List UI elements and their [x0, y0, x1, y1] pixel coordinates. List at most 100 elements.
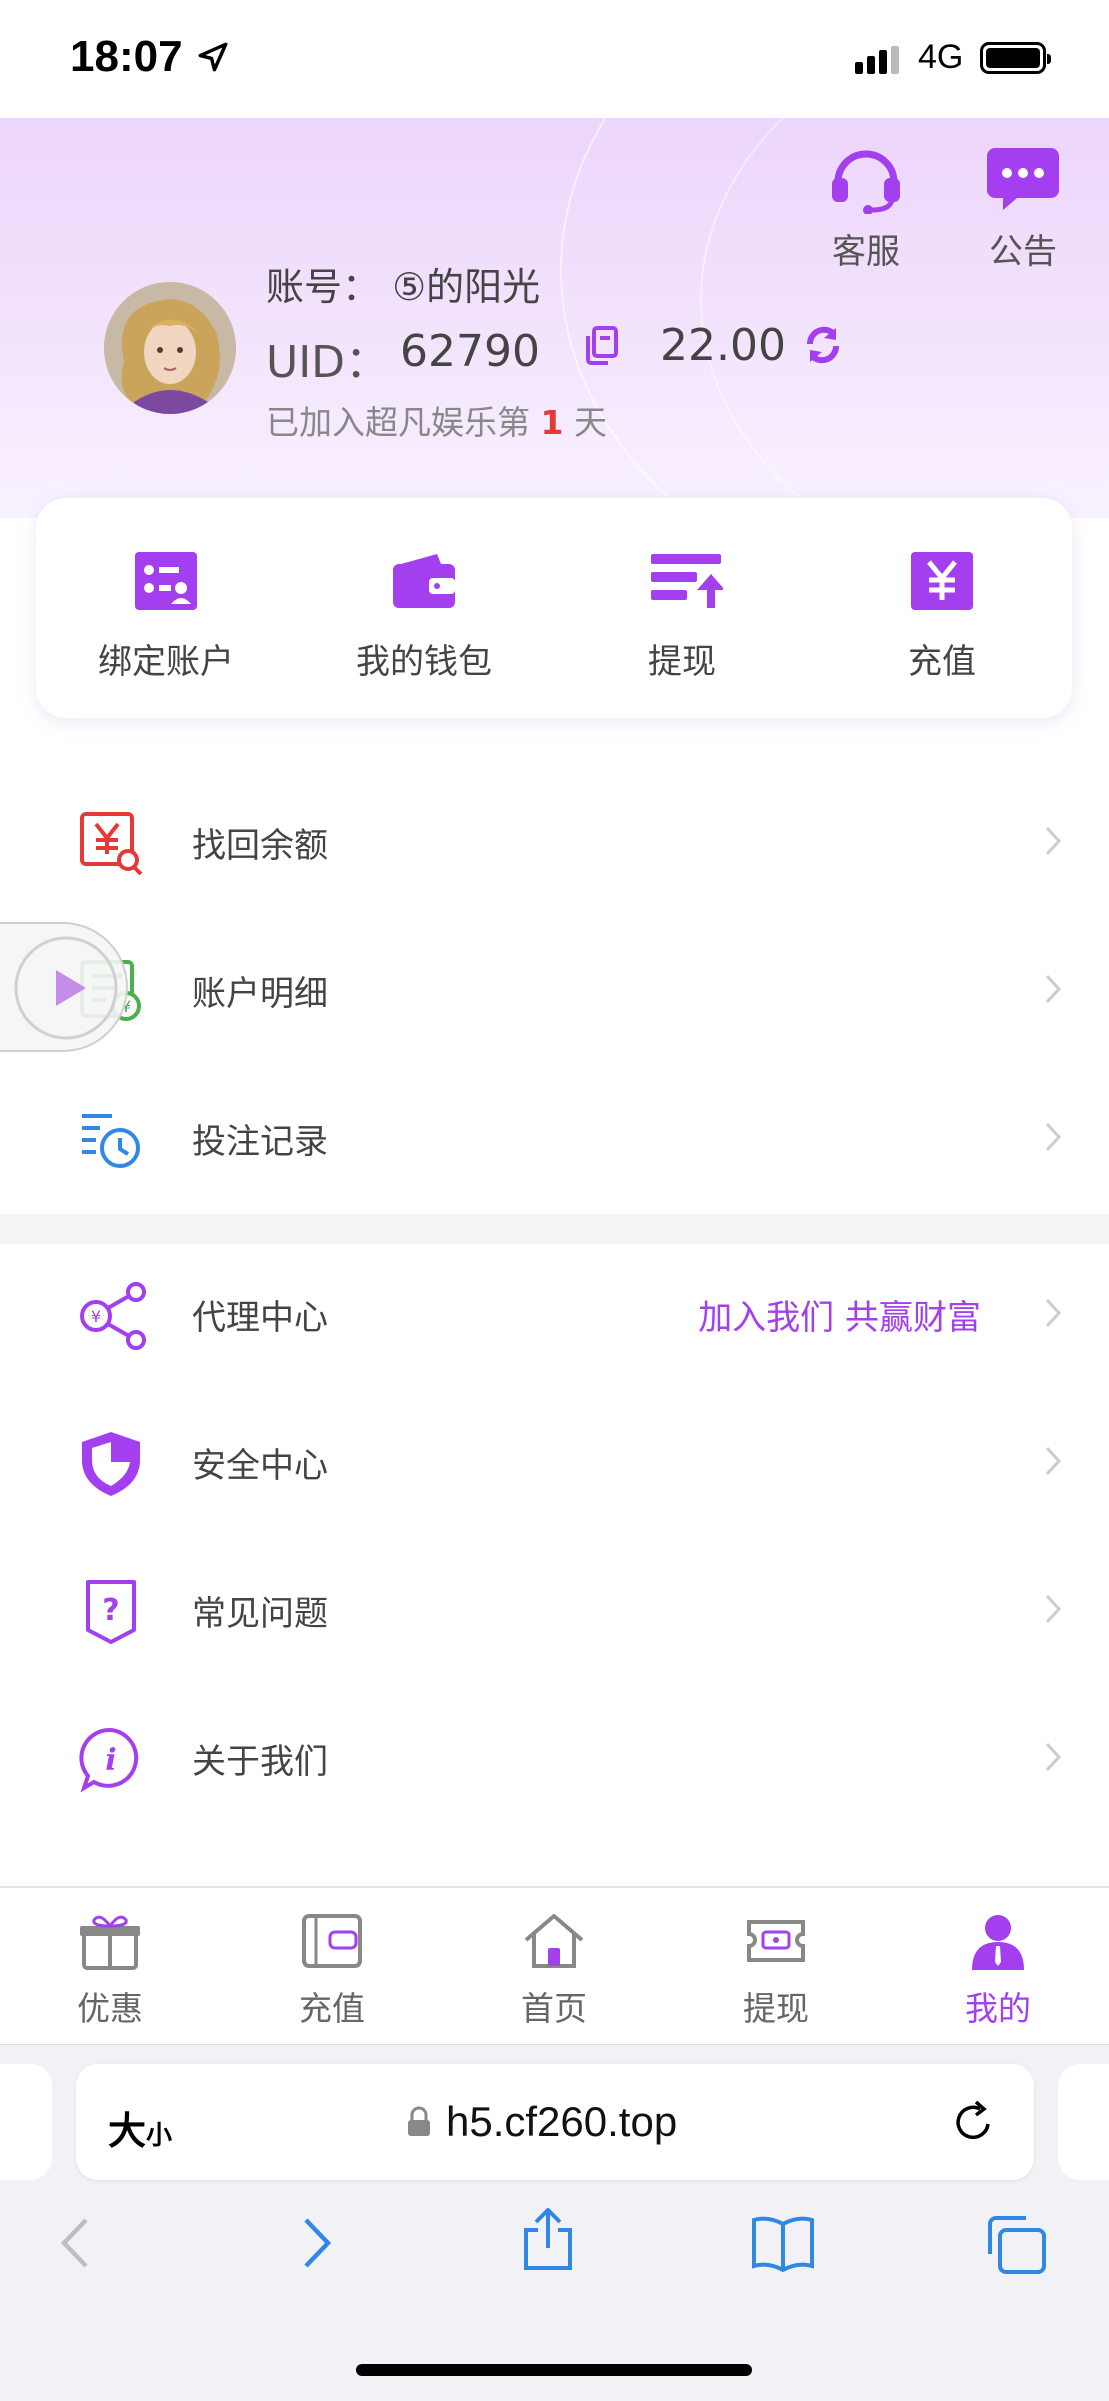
agent-share-icon: ¥ — [78, 1282, 146, 1350]
menu-item-security-center[interactable]: 安全中心 — [0, 1390, 1109, 1536]
svg-text:?: ? — [102, 1593, 119, 1628]
shield-icon — [78, 1430, 144, 1496]
play-icon — [12, 934, 120, 1046]
quick-action-label: 提现 — [648, 642, 716, 682]
tab-mine[interactable]: 我的 — [918, 1912, 1078, 2030]
bookmarks-icon[interactable] — [750, 2214, 816, 2276]
menu-item-agent-center[interactable]: ¥ 代理中心 加入我们 共赢财富 — [0, 1242, 1109, 1388]
headset-icon — [811, 144, 921, 218]
days-count: 1 — [540, 403, 564, 442]
chevron-right-icon — [1043, 824, 1063, 862]
uid-value: 62790 — [400, 326, 540, 377]
menu-item-about-us[interactable]: i 关于我们 — [0, 1686, 1109, 1832]
wallet-icon — [391, 550, 457, 612]
menu-item-label: 找回余额 — [192, 826, 328, 866]
yen-recharge-icon — [909, 550, 975, 612]
text-size-button[interactable]: 大小 — [108, 2100, 172, 2155]
chevron-right-icon — [1043, 1740, 1063, 1778]
status-time: 18:07 — [70, 32, 183, 81]
back-icon[interactable] — [56, 2214, 96, 2276]
lock-icon — [406, 2106, 432, 2142]
my-wallet-button[interactable]: 我的钱包 — [324, 550, 524, 683]
chevron-right-icon — [1043, 972, 1063, 1010]
tab-withdraw[interactable]: 提现 — [696, 1912, 856, 2030]
url-text[interactable]: h5.cf260.top — [446, 2098, 677, 2146]
days-prefix: 已加入超凡娱乐第 — [266, 403, 530, 442]
tabs-icon[interactable] — [984, 2214, 1048, 2280]
tab-label: 充值 — [299, 1989, 365, 2028]
account-line: 账号： ⑤的阳光 — [266, 256, 540, 311]
agent-promo-text: 加入我们 共赢财富 — [698, 1298, 981, 1338]
recharge-button[interactable]: 充值 — [842, 550, 1042, 683]
menu-item-faq[interactable]: ? 常见问题 — [0, 1538, 1109, 1684]
bet-history-icon — [78, 1106, 144, 1172]
menu-item-recover-balance[interactable]: 找回余额 — [0, 770, 1109, 916]
quick-action-label: 我的钱包 — [356, 642, 492, 682]
chat-bubble-icon — [968, 144, 1078, 218]
user-icon — [918, 1912, 1078, 1974]
menu-item-label: 投注记录 — [192, 1122, 328, 1162]
share-icon[interactable] — [520, 2207, 576, 2276]
quick-actions-card: 绑定账户 我的钱包 提现 充值 — [36, 498, 1072, 718]
info-icon: i — [78, 1726, 144, 1793]
tab-promotions[interactable]: 优惠 — [30, 1912, 190, 2030]
text-size-small: 小 — [146, 2121, 173, 2151]
svg-text:i: i — [105, 1743, 116, 1778]
ticket-icon — [696, 1912, 856, 1974]
reload-icon[interactable] — [950, 2098, 998, 2150]
text-size-large: 大 — [108, 2109, 147, 2153]
battery-icon — [980, 42, 1051, 74]
tab-label: 提现 — [743, 1989, 809, 2028]
menu-item-label: 代理中心 — [192, 1298, 328, 1338]
join-days-line: 已加入超凡娱乐第 1 天 — [266, 396, 607, 444]
uid-label: UID： — [266, 337, 390, 388]
copy-icon[interactable] — [584, 326, 620, 370]
bind-account-button[interactable]: 绑定账户 — [66, 550, 266, 683]
location-arrow-icon — [196, 40, 230, 78]
tab-home[interactable]: 首页 — [474, 1912, 634, 2030]
previous-tab-preview[interactable] — [0, 2064, 52, 2180]
chevron-right-icon — [1043, 1120, 1063, 1158]
id-card-icon — [133, 550, 199, 612]
chevron-right-icon — [1043, 1296, 1063, 1334]
tab-recharge[interactable]: 充值 — [252, 1912, 412, 2030]
tab-label: 首页 — [521, 1989, 587, 2028]
bottom-tab-bar: 优惠 充值 首页 提现 我的 — [0, 1886, 1109, 2046]
home-indicator — [356, 2364, 752, 2376]
account-name: ⑤的阳光 — [392, 265, 541, 309]
tab-label: 我的 — [965, 1989, 1031, 2028]
section-divider — [0, 1214, 1109, 1244]
customer-service-label: 客服 — [832, 232, 900, 272]
svg-text:¥: ¥ — [91, 1307, 101, 1326]
wallet-card-icon — [252, 1912, 412, 1974]
notice-label: 公告 — [989, 232, 1057, 272]
balance-search-icon — [78, 810, 144, 876]
menu-item-account-detail[interactable]: ¥ 账户明细 — [0, 918, 1109, 1064]
menu-item-label: 关于我们 — [192, 1742, 328, 1782]
floating-play-button[interactable] — [0, 922, 128, 1052]
quick-action-label: 绑定账户 — [98, 642, 234, 682]
refresh-balance-icon[interactable] — [802, 324, 844, 370]
next-tab-preview[interactable] — [1058, 2064, 1109, 2180]
gift-icon — [30, 1912, 190, 1974]
quick-action-label: 充值 — [908, 642, 976, 682]
forward-icon[interactable] — [296, 2214, 336, 2276]
menu-item-bet-history[interactable]: 投注记录 — [0, 1066, 1109, 1212]
balance-value: 22.00 — [660, 320, 786, 371]
avatar[interactable] — [104, 282, 236, 414]
account-label: 账号： — [266, 265, 381, 309]
withdraw-button[interactable]: 提现 — [582, 550, 782, 683]
chevron-right-icon — [1043, 1592, 1063, 1630]
menu-item-label: 账户明细 — [192, 974, 328, 1014]
notice-button[interactable]: 公告 — [968, 144, 1078, 273]
question-icon: ? — [78, 1578, 144, 1644]
withdraw-icon — [649, 550, 725, 612]
tab-label: 优惠 — [77, 1989, 143, 2028]
menu-item-label: 常见问题 — [192, 1594, 328, 1634]
menu-item-label: 安全中心 — [192, 1446, 328, 1486]
days-suffix: 天 — [573, 403, 607, 442]
customer-service-button[interactable]: 客服 — [811, 144, 921, 273]
home-icon — [474, 1912, 634, 1974]
network-type: 4G — [918, 38, 964, 76]
cellular-signal-icon — [855, 46, 903, 78]
